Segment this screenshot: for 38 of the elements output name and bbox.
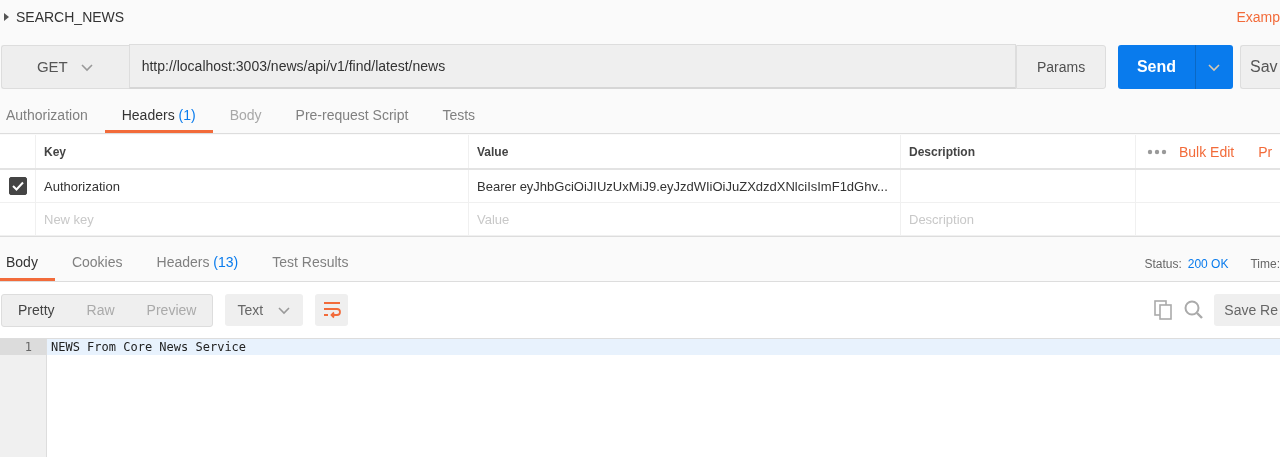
bulk-edit-link[interactable]: Bulk Edit [1179,143,1235,160]
tab[interactable]: Headers (13) [139,246,256,281]
tab[interactable]: Cookies [54,246,140,281]
search-icon [1184,300,1205,320]
params-button[interactable]: Params [1016,44,1106,89]
line-number: 1 [0,339,46,355]
column-header: Description [901,135,1136,168]
wrap-lines-icon [322,301,341,319]
view-mode-button[interactable]: Pretty [2,294,71,326]
status-label: Status: [1144,256,1182,271]
send-button[interactable]: Send [1118,44,1195,89]
column-header: Key [36,135,469,168]
view-mode-button[interactable]: Preview [130,294,213,326]
column-header: Value [469,135,901,168]
examples-link[interactable]: Examp [1236,9,1280,25]
code-line: NEWS From Core News Service [51,340,247,354]
tab[interactable]: Pre-request Script [278,100,426,133]
request-name: SEARCH_NEWS [16,9,125,25]
checkbox[interactable] [8,177,27,195]
status-value: 200 OK [1187,256,1229,271]
tab[interactable]: Test Results [255,246,366,281]
time-label: Time: [1250,256,1280,271]
save-response-button[interactable]: Save Re [1214,294,1280,326]
wrap-button[interactable] [315,294,349,326]
more-icon [1147,148,1167,155]
table-cell: Bearer eyJhbGciOiJIUzUxMiJ9.eyJzdWIiOiJuZXdzdXNlciIsImF1dGhv... [477,178,888,194]
format-dropdown[interactable]: Text [225,294,304,326]
tab[interactable]: Tests [425,100,493,133]
url-field[interactable]: http://localhost:3003/news/api/v1/find/latest/news [128,44,1017,89]
method-dropdown[interactable]: GET [1,44,129,89]
copy-icon [1154,300,1175,320]
presets-link[interactable]: Pr [1258,143,1273,160]
expand-icon [3,12,9,22]
send-options-button[interactable] [1195,44,1233,89]
save-button[interactable]: Sav [1240,44,1280,89]
table-cell: Authorization [44,178,120,194]
tab[interactable]: Authorization [0,100,105,133]
caret-icon [277,304,292,316]
